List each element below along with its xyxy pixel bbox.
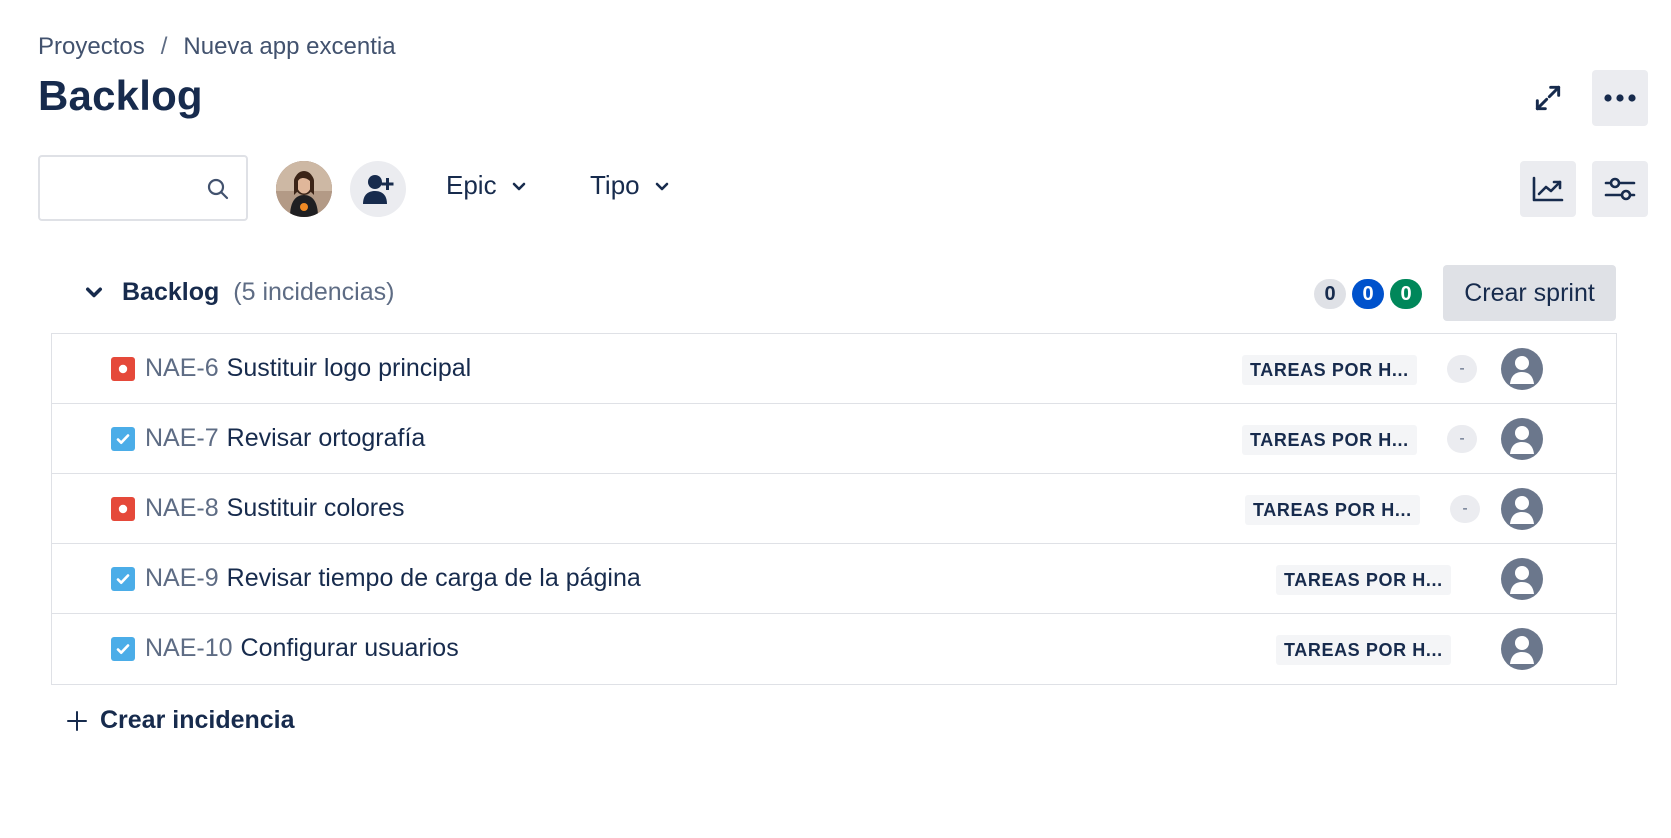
page-title: Backlog: [38, 72, 203, 119]
epic-lozenge[interactable]: TAREAS POR H...: [1276, 635, 1451, 665]
epic-lozenge[interactable]: TAREAS POR H...: [1276, 565, 1451, 595]
issue-title[interactable]: NAE-9 Revisar tiempo de carga de la págin…: [145, 564, 641, 593]
create-issue-button[interactable]: Crear incidencia: [66, 706, 295, 735]
issue-summary: Sustituir colores: [226, 494, 405, 522]
add-user-icon: [363, 175, 394, 204]
epic-filter-dropdown[interactable]: Epic: [446, 170, 527, 201]
issue-key[interactable]: NAE-10: [145, 634, 233, 662]
issue-key[interactable]: NAE-7: [145, 424, 219, 452]
breadcrumb-separator: /: [160, 33, 168, 60]
issue-row[interactable]: NAE-10 Configurar usuarios TAREAS POR H..…: [52, 614, 1616, 684]
unassigned-avatar-icon[interactable]: [1501, 558, 1543, 600]
issue-key[interactable]: NAE-9: [145, 564, 219, 592]
epic-filter-label: Epic: [446, 170, 497, 200]
create-sprint-button[interactable]: Crear sprint: [1443, 265, 1616, 321]
view-settings-button[interactable]: [1592, 161, 1648, 217]
bug-type-icon: [111, 497, 135, 521]
issue-list: NAE-6 Sustituir logo principal TAREAS POR…: [51, 333, 1617, 685]
task-type-icon: [111, 567, 135, 591]
backlog-section-header[interactable]: Backlog (5 incidencias): [84, 278, 394, 307]
issue-summary: Revisar tiempo de carga de la página: [226, 564, 641, 592]
done-count-badge: 0: [1390, 279, 1422, 309]
bug-type-icon: [111, 357, 135, 381]
epic-lozenge[interactable]: TAREAS POR H...: [1242, 425, 1417, 455]
search-input[interactable]: [50, 157, 200, 217]
backlog-issue-count: (5 incidencias): [233, 278, 395, 306]
add-user-button[interactable]: [350, 161, 406, 217]
user-avatar[interactable]: [276, 161, 332, 217]
unassigned-avatar-icon[interactable]: [1501, 418, 1543, 460]
backlog-title: Backlog: [122, 278, 220, 306]
expand-button[interactable]: [1520, 70, 1576, 126]
issue-title[interactable]: NAE-6 Sustituir logo principal: [145, 354, 471, 383]
issue-row[interactable]: NAE-8 Sustituir colores TAREAS POR H... -: [52, 474, 1616, 544]
chevron-down-icon[interactable]: [84, 283, 104, 303]
user-photo-icon: [276, 161, 332, 217]
unassigned-avatar-icon[interactable]: [1501, 488, 1543, 530]
issue-summary: Configurar usuarios: [240, 634, 459, 662]
in-progress-count-badge: 0: [1352, 279, 1384, 309]
expand-icon: [1535, 85, 1561, 111]
breadcrumb: Proyectos / Nueva app excentia: [38, 33, 396, 61]
issue-title[interactable]: NAE-8 Sustituir colores: [145, 494, 405, 523]
chevron-down-icon: [655, 182, 668, 190]
epic-lozenge[interactable]: TAREAS POR H...: [1245, 495, 1420, 525]
issue-key[interactable]: NAE-8: [145, 494, 219, 522]
unassigned-avatar-icon[interactable]: [1501, 348, 1543, 390]
breadcrumb-projects-link[interactable]: Proyectos: [38, 33, 145, 61]
story-points-badge[interactable]: -: [1447, 425, 1477, 453]
issue-title[interactable]: NAE-7 Revisar ortografía: [145, 424, 425, 453]
more-icon: [1604, 94, 1636, 102]
issue-summary: Revisar ortografía: [226, 424, 426, 452]
status-counts: 0 0 0: [1314, 279, 1422, 309]
issue-row[interactable]: NAE-9 Revisar tiempo de carga de la págin…: [52, 544, 1616, 614]
issue-row[interactable]: NAE-6 Sustituir logo principal TAREAS POR…: [52, 334, 1616, 404]
breadcrumb-project-link[interactable]: Nueva app excentia: [183, 33, 395, 61]
type-filter-dropdown[interactable]: Tipo: [590, 170, 670, 201]
issue-key[interactable]: NAE-6: [145, 354, 219, 382]
insights-button[interactable]: [1520, 161, 1576, 217]
type-filter-label: Tipo: [590, 170, 640, 200]
issue-row[interactable]: NAE-7 Revisar ortografía TAREAS POR H... …: [52, 404, 1616, 474]
task-type-icon: [111, 427, 135, 451]
plus-icon: [67, 710, 87, 731]
issue-summary: Sustituir logo principal: [226, 354, 472, 382]
epic-lozenge[interactable]: TAREAS POR H...: [1242, 355, 1417, 385]
story-points-badge[interactable]: -: [1450, 495, 1480, 523]
create-issue-label: Crear incidencia: [100, 706, 295, 734]
more-actions-button[interactable]: [1592, 70, 1648, 126]
chevron-down-icon: [512, 182, 525, 190]
search-field[interactable]: [38, 155, 248, 221]
insights-icon: [1532, 176, 1564, 202]
story-points-badge[interactable]: -: [1447, 355, 1477, 383]
unassigned-avatar-icon[interactable]: [1501, 628, 1543, 670]
todo-count-badge: 0: [1314, 279, 1346, 309]
task-type-icon: [111, 637, 135, 661]
search-icon: [207, 178, 229, 200]
issue-title[interactable]: NAE-10 Configurar usuarios: [145, 634, 459, 663]
view-settings-icon: [1604, 177, 1636, 201]
